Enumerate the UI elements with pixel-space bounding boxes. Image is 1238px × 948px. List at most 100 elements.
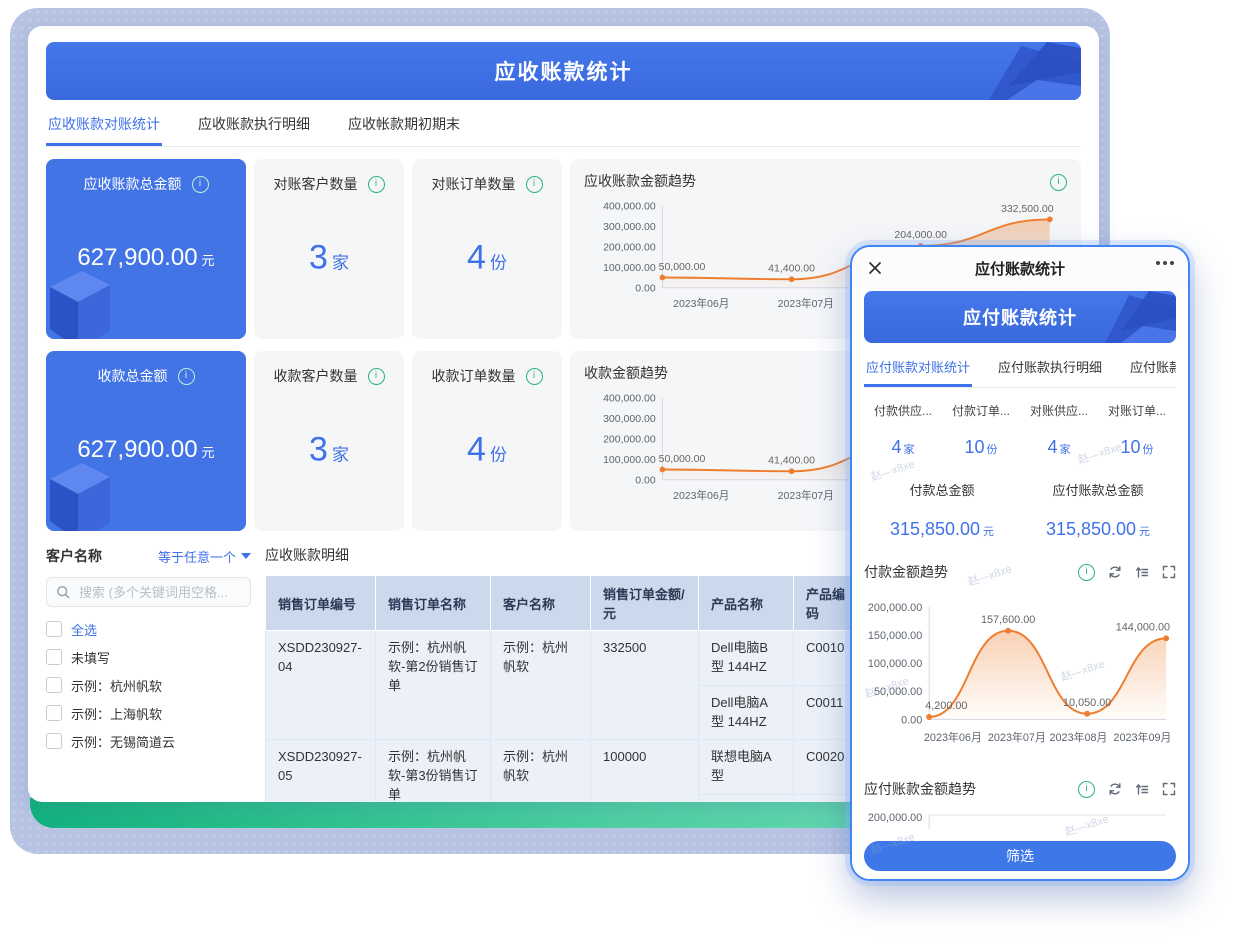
refresh-icon[interactable] xyxy=(1108,565,1122,579)
stat-label: 收款总金额 xyxy=(98,366,168,386)
panel-banner: 应付账款统计 xyxy=(864,291,1176,343)
filter-operator-dropdown[interactable]: 等于任意一个 xyxy=(158,547,251,566)
svg-text:204,000.00: 204,000.00 xyxy=(894,229,947,241)
refresh-icon[interactable] xyxy=(1108,782,1122,796)
filter-button[interactable]: 筛选 xyxy=(864,841,1176,871)
info-icon[interactable]: i xyxy=(526,176,543,193)
stat-label: 对账订单... xyxy=(1098,402,1176,419)
stat-card-reconciled-customers: 对账客户数量i 3家 xyxy=(254,159,404,339)
svg-text:157,600.00: 157,600.00 xyxy=(981,614,1035,626)
info-icon[interactable]: i xyxy=(526,368,543,385)
chart-title: 收款金额趋势 xyxy=(584,365,668,381)
info-icon[interactable]: i xyxy=(1078,564,1095,581)
info-icon[interactable]: i xyxy=(178,368,195,385)
main-banner: 应收账款统计 xyxy=(46,42,1081,100)
table-cell: 示例：杭州帆软-第2份销售订单 xyxy=(376,631,491,740)
option-label: 示例：杭州帆软 xyxy=(71,676,162,695)
filter-option-0[interactable]: 全选 xyxy=(46,615,251,643)
tab-payable-2[interactable]: 应付账款期初期末 xyxy=(1128,357,1176,387)
fullscreen-icon[interactable] xyxy=(1162,782,1176,796)
screen: 应收账款统计 应收账款对账统计 应收账款执行明细 应收帐款期初期末 应收账款总金额i… xyxy=(0,0,1238,948)
info-icon[interactable]: i xyxy=(368,368,385,385)
checkbox[interactable] xyxy=(46,733,62,749)
dimension-switch-icon[interactable] xyxy=(1135,782,1149,796)
product-name-cell: 联想电脑A型 xyxy=(699,740,794,795)
panel-stat-3: 对账订单...10份 xyxy=(1098,402,1176,458)
panel-body: 应付账款统计 应付账款对账统计应付账款执行明细应付账款期初期末 付款供应...4… xyxy=(852,291,1188,829)
search-input[interactable] xyxy=(77,584,231,601)
stat-card-receivable-total: 应收账款总金额i 627,900.00元 xyxy=(46,159,246,339)
svg-text:100,000.00: 100,000.00 xyxy=(868,658,922,670)
panel-stat-1: 付款订单...10份 xyxy=(942,402,1020,458)
stat-value: 3家 xyxy=(254,431,404,470)
tab-receivable-1[interactable]: 应收账款执行明细 xyxy=(196,114,312,146)
panel-totals: 付款总金额 315,850.00元应付账款总金额315,850.00元 xyxy=(864,480,1176,540)
filter-option-3[interactable]: 示例：上海帆软 xyxy=(46,699,251,727)
stat-card-collection-customers: 收款客户数量i 3家 xyxy=(254,351,404,531)
stat-label: 收款订单数量 xyxy=(432,366,516,386)
more-options-icon[interactable] xyxy=(1156,261,1174,265)
total-value: 315,850.00元 xyxy=(864,519,1020,540)
svg-text:0.00: 0.00 xyxy=(635,283,656,295)
svg-text:2023年09月: 2023年09月 xyxy=(1113,730,1171,744)
option-label: 未填写 xyxy=(71,648,110,667)
panel-tabs: 应付账款对账统计应付账款执行明细应付账款期初期末 xyxy=(864,347,1176,388)
total-label: 应付账款总金额 xyxy=(1020,480,1176,499)
svg-text:332,500.00: 332,500.00 xyxy=(1001,203,1054,215)
info-icon[interactable]: i xyxy=(192,176,209,193)
checkbox[interactable] xyxy=(46,705,62,721)
main-tabs: 应收账款对账统计 应收账款执行明细 应收帐款期初期末 xyxy=(46,104,1081,147)
customer-search-box[interactable] xyxy=(46,577,251,607)
filter-option-1[interactable]: 未填写 xyxy=(46,643,251,671)
chevron-down-icon xyxy=(241,553,251,559)
tab-payable-1[interactable]: 应付账款执行明细 xyxy=(996,357,1104,387)
svg-text:300,000.00: 300,000.00 xyxy=(603,413,656,425)
tab-receivable-0[interactable]: 应收账款对账统计 xyxy=(46,114,162,146)
banner-decoration xyxy=(951,42,1081,100)
total-label: 付款总金额 xyxy=(864,480,1020,499)
close-icon[interactable] xyxy=(866,259,884,277)
svg-text:2023年07月: 2023年07月 xyxy=(988,730,1046,744)
svg-text:2023年06月: 2023年06月 xyxy=(673,489,729,502)
svg-text:2023年07月: 2023年07月 xyxy=(778,297,834,310)
stat-value: 4家 xyxy=(864,437,942,458)
checkbox[interactable] xyxy=(46,677,62,693)
page-title: 应收账款统计 xyxy=(495,56,633,86)
banner-decoration xyxy=(1081,291,1176,343)
svg-text:41,400.00: 41,400.00 xyxy=(768,455,815,467)
column-header: 产品名称 xyxy=(699,576,794,631)
stat-value: 4份 xyxy=(412,239,562,278)
stat-value: 4份 xyxy=(412,431,562,470)
stat-label: 付款订单... xyxy=(942,402,1020,419)
filter-option-2[interactable]: 示例：杭州帆软 xyxy=(46,671,251,699)
payment-trend-chart: 200,000.00150,000.00100,000.0050,000.000… xyxy=(864,582,1176,760)
info-icon[interactable]: i xyxy=(1078,781,1095,798)
payable-trend-chart: 200,000.00 xyxy=(864,799,1176,829)
panel-footer: 筛选 xyxy=(852,833,1188,879)
svg-text:400,000.00: 400,000.00 xyxy=(603,200,656,212)
stat-label: 对账供应... xyxy=(1020,402,1098,419)
panel-stat-0: 付款供应...4家 xyxy=(864,402,942,458)
checkbox[interactable] xyxy=(46,649,62,665)
table-cell: 示例：杭州帆软 xyxy=(491,740,591,802)
panel-total-1: 应付账款总金额315,850.00元 xyxy=(1020,480,1176,540)
dimension-switch-icon[interactable] xyxy=(1135,565,1149,579)
table-cell: 100000 xyxy=(591,740,699,802)
search-icon xyxy=(56,585,70,599)
info-icon[interactable]: i xyxy=(1050,174,1067,191)
fullscreen-icon[interactable] xyxy=(1162,565,1176,579)
panel-stats: 付款供应...4家付款订单...10份对账供应... 4家 对账订单...10份 xyxy=(864,402,1176,458)
chart-title: 应付账款金额趋势 xyxy=(864,779,1078,799)
svg-text:300,000.00: 300,000.00 xyxy=(603,221,656,233)
filter-option-4[interactable]: 示例：无锡简道云 xyxy=(46,727,251,755)
tab-receivable-2[interactable]: 应收帐款期初期末 xyxy=(346,114,462,146)
checkbox[interactable] xyxy=(46,621,62,637)
column-header: 销售订单金额/元 xyxy=(591,576,699,631)
product-name-cell: Dell电脑B型 xyxy=(699,795,794,802)
tab-payable-0[interactable]: 应付账款对账统计 xyxy=(864,357,972,387)
option-label: 示例：无锡简道云 xyxy=(71,732,175,751)
stat-card-reconciled-orders: 对账订单数量i 4份 xyxy=(412,159,562,339)
chart-title: 付款金额趋势 xyxy=(864,562,1078,582)
info-icon[interactable]: i xyxy=(368,176,385,193)
option-label: 全选 xyxy=(71,620,97,639)
